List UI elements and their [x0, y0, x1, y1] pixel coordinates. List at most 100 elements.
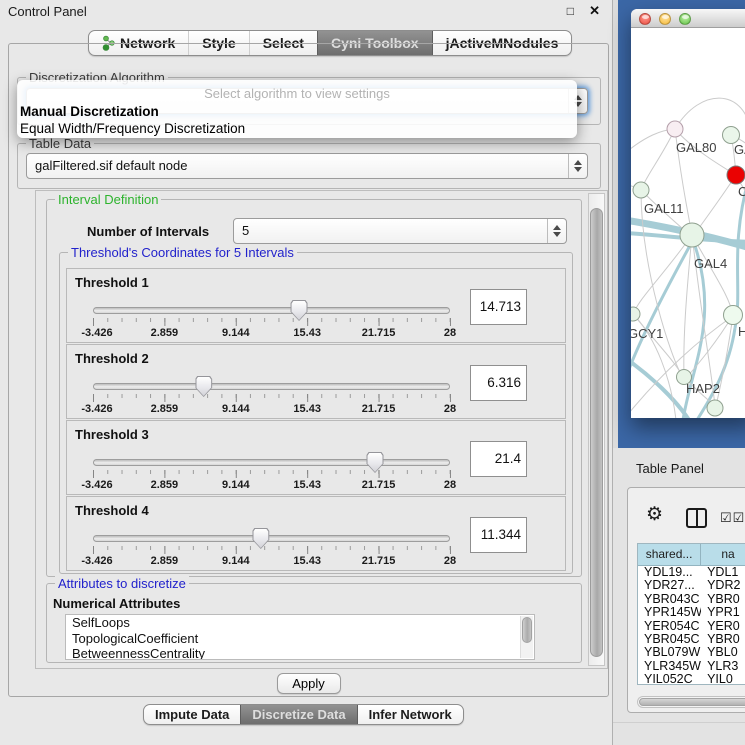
table-panel-title: Table Panel [636, 461, 704, 476]
list-item[interactable]: BetweennessCentrality [66, 646, 534, 660]
slider-track[interactable] [93, 307, 450, 314]
zoom-traffic-light-icon[interactable] [679, 13, 691, 25]
tick-label: 21.715 [362, 479, 396, 491]
slider-major-ticks [93, 470, 451, 478]
threshold-4-slider: -3.426 2.859 9.144 15.43 21.715 28 [93, 533, 450, 567]
settings-scroll-panel: Interval Definition Number of Intervals … [35, 190, 608, 669]
bottom-tab-bar: Impute Data Discretize Data Infer Networ… [143, 704, 464, 725]
network-window[interactable]: GAL80GACGAL11GAL4GCY1HHAP2 [631, 9, 745, 418]
close-icon[interactable]: ✕ [589, 3, 600, 19]
tick-label: 9.144 [222, 479, 250, 491]
svg-text:C: C [738, 184, 745, 199]
list-item[interactable]: TopologicalCoefficient [66, 631, 534, 647]
threshold-2-panel: Threshold 2 -3.426 2.859 9.144 15.43 21.… [66, 344, 566, 419]
list-scrollbar[interactable] [520, 616, 533, 658]
threshold-4-value-field[interactable]: 11.344 [470, 517, 527, 553]
scrollbar-thumb[interactable] [639, 698, 745, 706]
float-window-icon[interactable]: □ [567, 4, 574, 18]
table-row[interactable]: YLR345WYLR3 [638, 660, 745, 673]
tab-discretize-data[interactable]: Discretize Data [240, 705, 356, 724]
control-panel-titlebar: Control Panel □ ✕ [0, 0, 612, 24]
table-panel-region: Table Panel ⚙ ☑☑ shared... na YDL19...YD… [613, 448, 745, 745]
apply-button[interactable]: Apply [277, 673, 341, 694]
interval-definition-group: Interval Definition Number of Intervals … [46, 199, 582, 577]
tick-label: 21.715 [362, 327, 396, 339]
tick-label: 15.43 [293, 327, 321, 339]
network-view-region: GAL80GACGAL11GAL4GCY1HHAP2 [618, 0, 745, 448]
threshold-3-value-field[interactable]: 21.4 [470, 441, 527, 477]
slider-track[interactable] [93, 535, 450, 542]
threshold-2-value-field[interactable]: 6.316 [470, 365, 527, 401]
divider [613, 722, 745, 723]
table-row[interactable]: YBL079WYBL0 [638, 646, 745, 659]
tick-label: 2.859 [151, 403, 179, 415]
numerical-attributes-list: SelfLoops TopologicalCoefficient Between… [65, 614, 535, 660]
table-panel: ⚙ ☑☑ shared... na YDL19...YDL1 YDR27...Y… [627, 487, 745, 713]
table-row[interactable]: YDR27...YDR2 [638, 579, 745, 592]
dropdown-placeholder-option[interactable]: Select algorithm to view settings [17, 86, 577, 101]
number-of-intervals-combobox[interactable]: 5 [233, 218, 567, 244]
stepper-icon [568, 154, 587, 178]
column-header-shared-name[interactable]: shared... [638, 544, 701, 566]
close-traffic-light-icon[interactable] [639, 13, 651, 25]
tick-label: 9.144 [222, 327, 250, 339]
threshold-4-label: Threshold 4 [75, 503, 149, 518]
tab-impute-data[interactable]: Impute Data [144, 705, 240, 724]
tab-infer-network[interactable]: Infer Network [357, 705, 463, 724]
table-row[interactable]: YBR043CYBR0 [638, 593, 745, 606]
threshold-1-value-field[interactable]: 14.713 [470, 289, 527, 325]
tick-label: -3.426 [81, 403, 112, 415]
svg-text:GAL80: GAL80 [676, 140, 716, 155]
scrollbar-thumb[interactable] [590, 208, 603, 657]
cyni-content-box: Discretization Algorithm Table Data galF… [8, 43, 609, 697]
table-data-group: Table Data galFiltered.sif default node [17, 143, 601, 189]
split-view-icon[interactable] [686, 508, 707, 528]
network-window-titlebar[interactable] [631, 9, 745, 28]
dropdown-option-manual-discretization[interactable]: Manual Discretization [20, 104, 159, 119]
tick-label: 28 [444, 327, 456, 339]
table-row[interactable]: YDL19...YDL1 [638, 566, 745, 579]
tick-label: 15.43 [293, 479, 321, 491]
table-data-combobox[interactable]: galFiltered.sif default node [26, 153, 588, 179]
control-panel: Control Panel □ ✕ Network Style Select C… [0, 0, 613, 745]
slider-major-ticks [93, 546, 451, 554]
gear-icon[interactable]: ⚙ [646, 505, 663, 524]
table-row[interactable]: YER054CYER0 [638, 620, 745, 633]
slider-major-ticks [93, 318, 451, 326]
threshold-3-slider: -3.426 2.859 9.144 15.43 21.715 28 [93, 457, 450, 491]
svg-text:GAL11: GAL11 [644, 201, 684, 216]
threshold-4-panel: Threshold 4 -3.426 2.859 9.144 15.43 21.… [66, 496, 566, 571]
tick-label: 2.859 [151, 479, 179, 491]
table-data-title: Table Data [26, 136, 94, 151]
minimize-traffic-light-icon[interactable] [659, 13, 671, 25]
slider-track[interactable] [93, 459, 450, 466]
table-row[interactable]: YIL052CYIL0 [638, 673, 745, 685]
svg-text:GCY1: GCY1 [631, 326, 663, 341]
thresholds-coordinates-group: Threshold's Coordinates for 5 Intervals … [59, 252, 573, 574]
threshold-1-slider: -3.426 2.859 9.144 15.43 21.715 28 [93, 305, 450, 339]
dropdown-option-equal-width-frequency[interactable]: Equal Width/Frequency Discretization [20, 121, 245, 136]
svg-text:GA: GA [734, 142, 745, 157]
column-header-name[interactable]: na [701, 544, 745, 566]
table-row[interactable]: YPR145WYPR1 [638, 606, 745, 619]
number-of-intervals-value: 5 [242, 223, 249, 238]
slider-major-ticks [93, 394, 451, 402]
tick-label: 9.144 [222, 403, 250, 415]
table-horizontal-scrollbar[interactable] [637, 696, 745, 708]
tick-label: 28 [444, 403, 456, 415]
threshold-3-label: Threshold 3 [75, 427, 149, 442]
list-item[interactable]: SelfLoops [66, 615, 534, 631]
tick-label: -3.426 [81, 555, 112, 567]
stepper-icon [547, 219, 566, 243]
table-row[interactable]: YBR045CYBR0 [638, 633, 745, 646]
panel-scrollbar[interactable] [588, 193, 605, 666]
tick-label: 9.144 [222, 555, 250, 567]
scrollbar-thumb[interactable] [522, 617, 532, 643]
tick-label: 21.715 [362, 555, 396, 567]
network-canvas[interactable]: GAL80GACGAL11GAL4GCY1HHAP2 [631, 28, 745, 418]
svg-text:HAP2: HAP2 [686, 381, 720, 396]
threshold-3-panel: Threshold 3 -3.426 2.859 9.144 15.43 21.… [66, 420, 566, 495]
table-header-row: shared... na [638, 544, 745, 566]
slider-track[interactable] [93, 383, 450, 390]
column-checkboxes-icon[interactable]: ☑☑ [720, 510, 745, 526]
